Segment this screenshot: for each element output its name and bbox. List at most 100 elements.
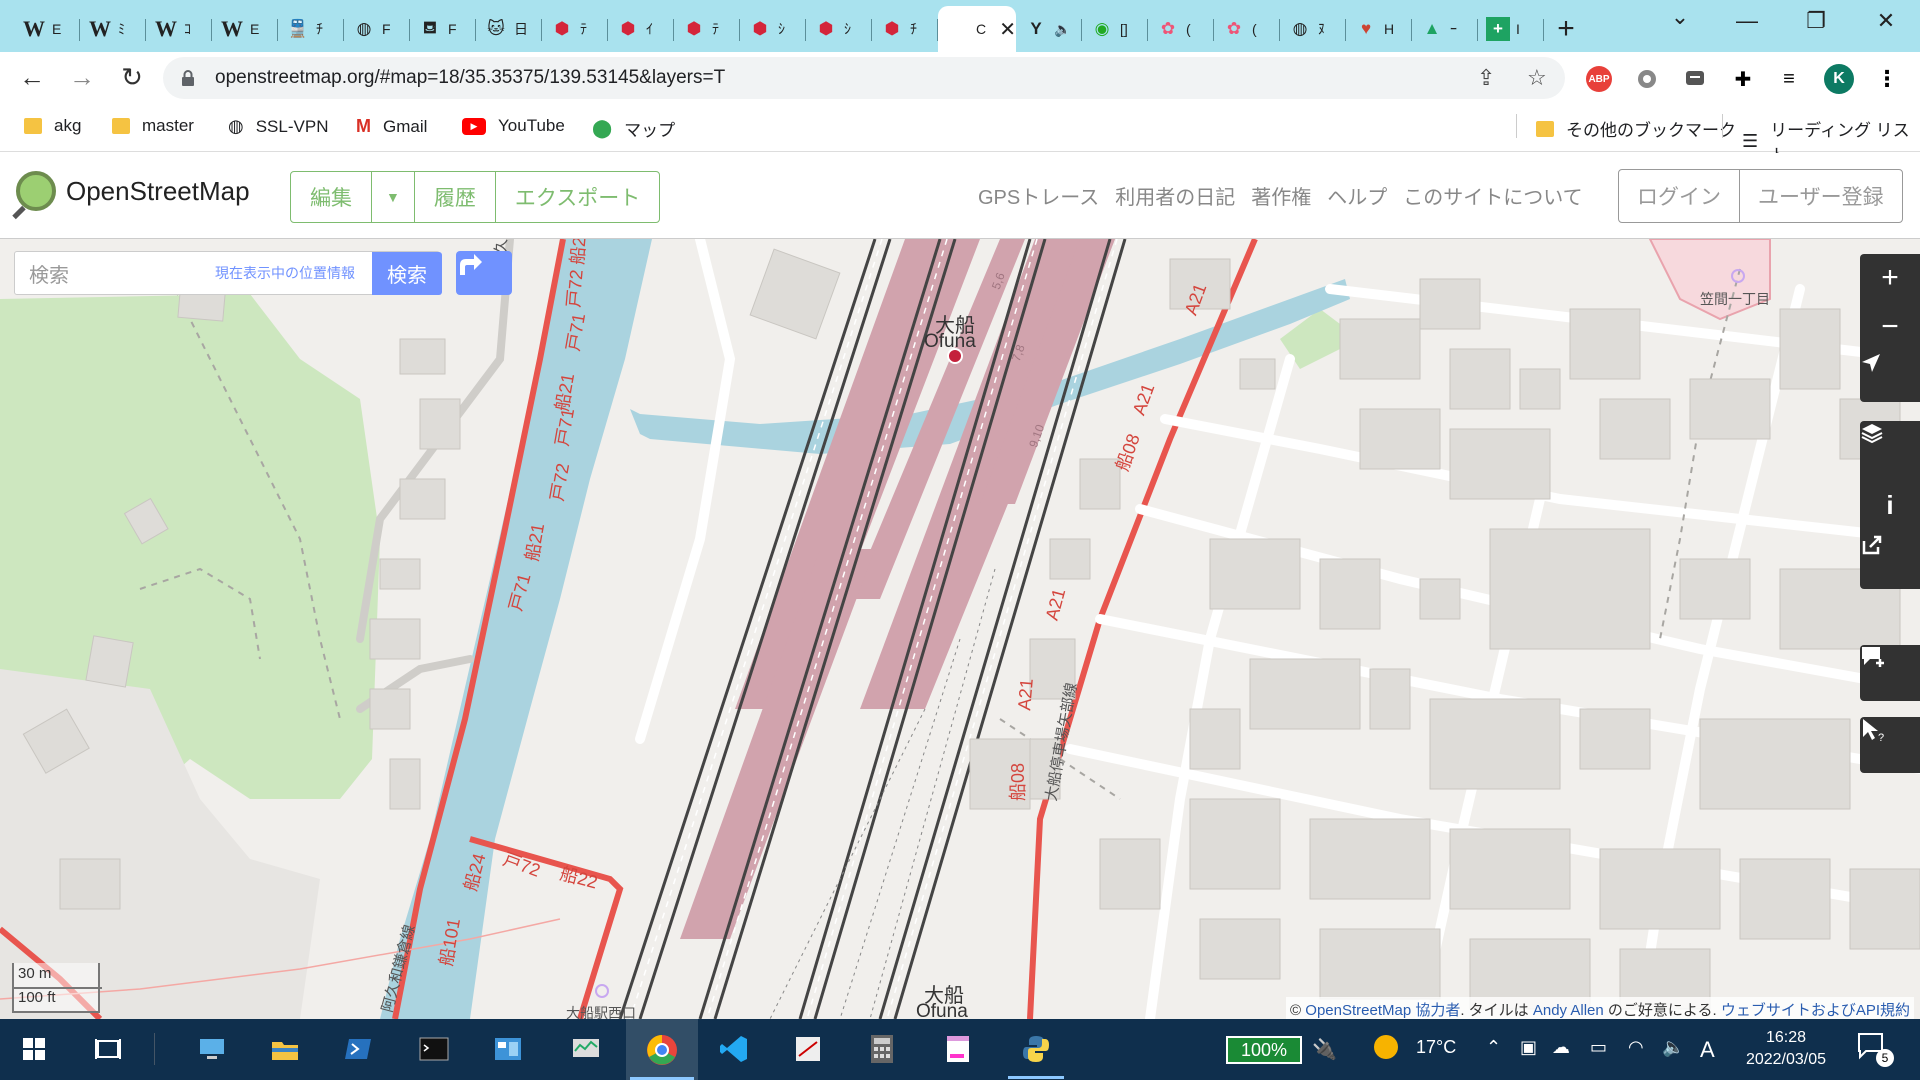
taskbar-app-file-explorer[interactable] xyxy=(265,1029,305,1069)
browser-tab[interactable]: ♥ H xyxy=(1346,6,1412,52)
taskbar-app-terminal[interactable] xyxy=(414,1029,454,1069)
bookmark-youtube[interactable]: ▶ YouTube xyxy=(462,116,565,136)
stop-marker[interactable] xyxy=(595,984,609,998)
add-note-button[interactable] xyxy=(1860,645,1920,701)
nav-copyright[interactable]: 著作権 xyxy=(1251,181,1311,210)
edit-dropdown-button[interactable]: ▼ xyxy=(372,172,415,222)
onedrive-icon[interactable]: ☁ xyxy=(1552,1037,1570,1058)
where-am-i-link[interactable]: 現在表示中の位置情報 xyxy=(215,263,355,283)
browser-tab[interactable]: ◍ ﾇ xyxy=(1280,6,1346,52)
osm-contributors-link[interactable]: OpenStreetMap 協力者 xyxy=(1305,1002,1460,1019)
browser-tab[interactable]: WE xyxy=(212,6,278,52)
browser-tab[interactable]: ⬢ ｲ xyxy=(608,6,674,52)
directions-button[interactable] xyxy=(456,251,512,295)
map-search-box[interactable]: 検索 現在表示中の位置情報 検索 xyxy=(14,251,442,295)
start-button[interactable] xyxy=(14,1029,54,1069)
map-key-button[interactable]: i xyxy=(1860,477,1920,533)
search-input[interactable]: 検索 xyxy=(29,259,69,288)
browser-tab[interactable]: ◍ F xyxy=(344,6,410,52)
browser-tab[interactable]: C ✕ xyxy=(938,6,1016,52)
bookmark-ssl-vpn[interactable]: ◍ SSL-VPN xyxy=(228,116,328,137)
terms-link[interactable]: ウェブサイトおよびAPI規約 xyxy=(1721,1002,1910,1019)
ime-indicator[interactable]: A xyxy=(1700,1037,1715,1063)
login-button[interactable]: ログイン xyxy=(1619,170,1740,222)
tray-meet-icon[interactable]: ▣ xyxy=(1520,1037,1537,1058)
tile-author-link[interactable]: Andy Allen xyxy=(1533,1002,1604,1019)
browser-tab[interactable]: ⬢ ﾃ xyxy=(542,6,608,52)
layers-button[interactable] xyxy=(1860,421,1920,477)
taskbar-app-control-panel[interactable] xyxy=(488,1029,528,1069)
nav-user-diaries[interactable]: 利用者の日記 xyxy=(1115,181,1235,210)
bookmark-master[interactable]: master xyxy=(112,116,194,136)
lock-icon[interactable] xyxy=(181,70,195,86)
osm-logo[interactable]: OpenStreetMap xyxy=(16,171,250,211)
query-features-button[interactable]: ? xyxy=(1860,717,1920,773)
bookmark-akg[interactable]: akg xyxy=(24,116,81,136)
share-map-button[interactable] xyxy=(1860,533,1920,589)
browser-tab[interactable]: ✿( xyxy=(1214,6,1280,52)
browser-tab[interactable]: ⬢ ｼ xyxy=(740,6,806,52)
taskbar-app-python[interactable] xyxy=(1008,1029,1064,1079)
extensions-puzzle-icon[interactable]: ✚ xyxy=(1730,66,1756,92)
address-bar[interactable]: openstreetmap.org/#map=18/35.35375/139.5… xyxy=(163,57,1565,99)
nav-gps-traces[interactable]: GPSトレース xyxy=(978,181,1099,210)
extension-chat-icon[interactable] xyxy=(1682,66,1708,92)
bookmark-other[interactable]: その他のブックマーク xyxy=(1536,116,1736,141)
back-button[interactable]: ← xyxy=(14,59,50,95)
zoom-out-button[interactable]: − xyxy=(1860,302,1920,352)
battery-icon[interactable]: ▭ xyxy=(1590,1037,1607,1058)
edit-button[interactable]: 編集 xyxy=(291,172,372,222)
bookmark-star-icon[interactable]: ☆ xyxy=(1527,65,1547,91)
browser-menu-icon[interactable]: ⋮ xyxy=(1874,66,1900,92)
browser-tab[interactable]: ⬢ ﾃ xyxy=(674,6,740,52)
battery-indicator[interactable]: 100% xyxy=(1226,1036,1302,1064)
volume-icon[interactable]: 🔈 xyxy=(1662,1037,1684,1058)
zoom-in-button[interactable]: + xyxy=(1860,254,1920,302)
signup-button[interactable]: ユーザー登録 xyxy=(1740,170,1902,222)
export-button[interactable]: エクスポート xyxy=(496,172,659,222)
browser-tab[interactable]: ▲ ｰ xyxy=(1412,6,1478,52)
nav-about[interactable]: このサイトについて xyxy=(1403,181,1582,210)
browser-tab[interactable]: Y 🔈 xyxy=(1016,6,1082,52)
browser-tab[interactable]: Wﾐ xyxy=(80,6,146,52)
taskbar-app-monitor[interactable] xyxy=(566,1029,606,1069)
taskbar-app-snipping[interactable] xyxy=(788,1029,828,1069)
browser-tab[interactable]: 🐱 日 xyxy=(476,6,542,52)
wifi-icon[interactable]: ◠ xyxy=(1628,1037,1644,1058)
browser-tab[interactable]: ◉ [] xyxy=(1082,6,1148,52)
locate-button[interactable] xyxy=(1860,352,1920,402)
reload-button[interactable]: ↻ xyxy=(114,59,150,95)
bookmark-gmail[interactable]: M Gmail xyxy=(356,116,427,137)
forward-button[interactable]: → xyxy=(64,59,100,95)
taskbar-app-vscode[interactable] xyxy=(714,1029,754,1069)
browser-tab[interactable]: ⬢ ﾁ xyxy=(872,6,938,52)
search-button[interactable]: 検索 xyxy=(372,252,442,295)
taskbar-app-this-pc[interactable] xyxy=(192,1029,232,1069)
clock[interactable]: 16:28 2022/03/05 xyxy=(1736,1027,1836,1071)
power-plug-icon[interactable]: 🔌 xyxy=(1312,1037,1337,1062)
history-button[interactable]: 履歴 xyxy=(415,172,496,222)
tab-search-chevron-icon[interactable]: ⌄ xyxy=(1650,4,1710,30)
close-tab-icon[interactable]: ✕ xyxy=(999,17,1016,42)
notification-center-button[interactable]: 5 xyxy=(1856,1031,1894,1067)
adblock-extension-icon[interactable]: ABP xyxy=(1586,66,1612,92)
browser-tab[interactable]: Wｺ xyxy=(146,6,212,52)
profile-avatar[interactable]: K xyxy=(1824,64,1854,94)
tray-expand-icon[interactable]: ⌃ xyxy=(1486,1037,1501,1058)
taskbar-app-chrome[interactable] xyxy=(626,1019,698,1080)
task-view-button[interactable] xyxy=(88,1029,128,1069)
browser-tab[interactable]: 🚆 ﾁ xyxy=(278,6,344,52)
weather-temp[interactable]: 17°C xyxy=(1416,1037,1456,1058)
browser-tab[interactable]: ⬢ ｼ xyxy=(806,6,872,52)
bookmark-maps[interactable]: ⬤ マップ xyxy=(592,116,675,141)
browser-tab[interactable]: WE xyxy=(14,6,80,52)
new-tab-button[interactable]: + xyxy=(1544,6,1588,52)
url-text[interactable]: openstreetmap.org/#map=18/35.35375/139.5… xyxy=(215,67,725,89)
nav-help[interactable]: ヘルプ xyxy=(1327,181,1387,210)
browser-tab[interactable]: ✿( xyxy=(1148,6,1214,52)
browser-tab[interactable]: ⛾ F xyxy=(410,6,476,52)
media-control-icon[interactable]: ≡ xyxy=(1776,66,1802,92)
weather-sun-icon[interactable] xyxy=(1372,1033,1400,1066)
minimize-button[interactable]: — xyxy=(1717,8,1777,34)
share-icon[interactable]: ⇪ xyxy=(1477,65,1495,91)
